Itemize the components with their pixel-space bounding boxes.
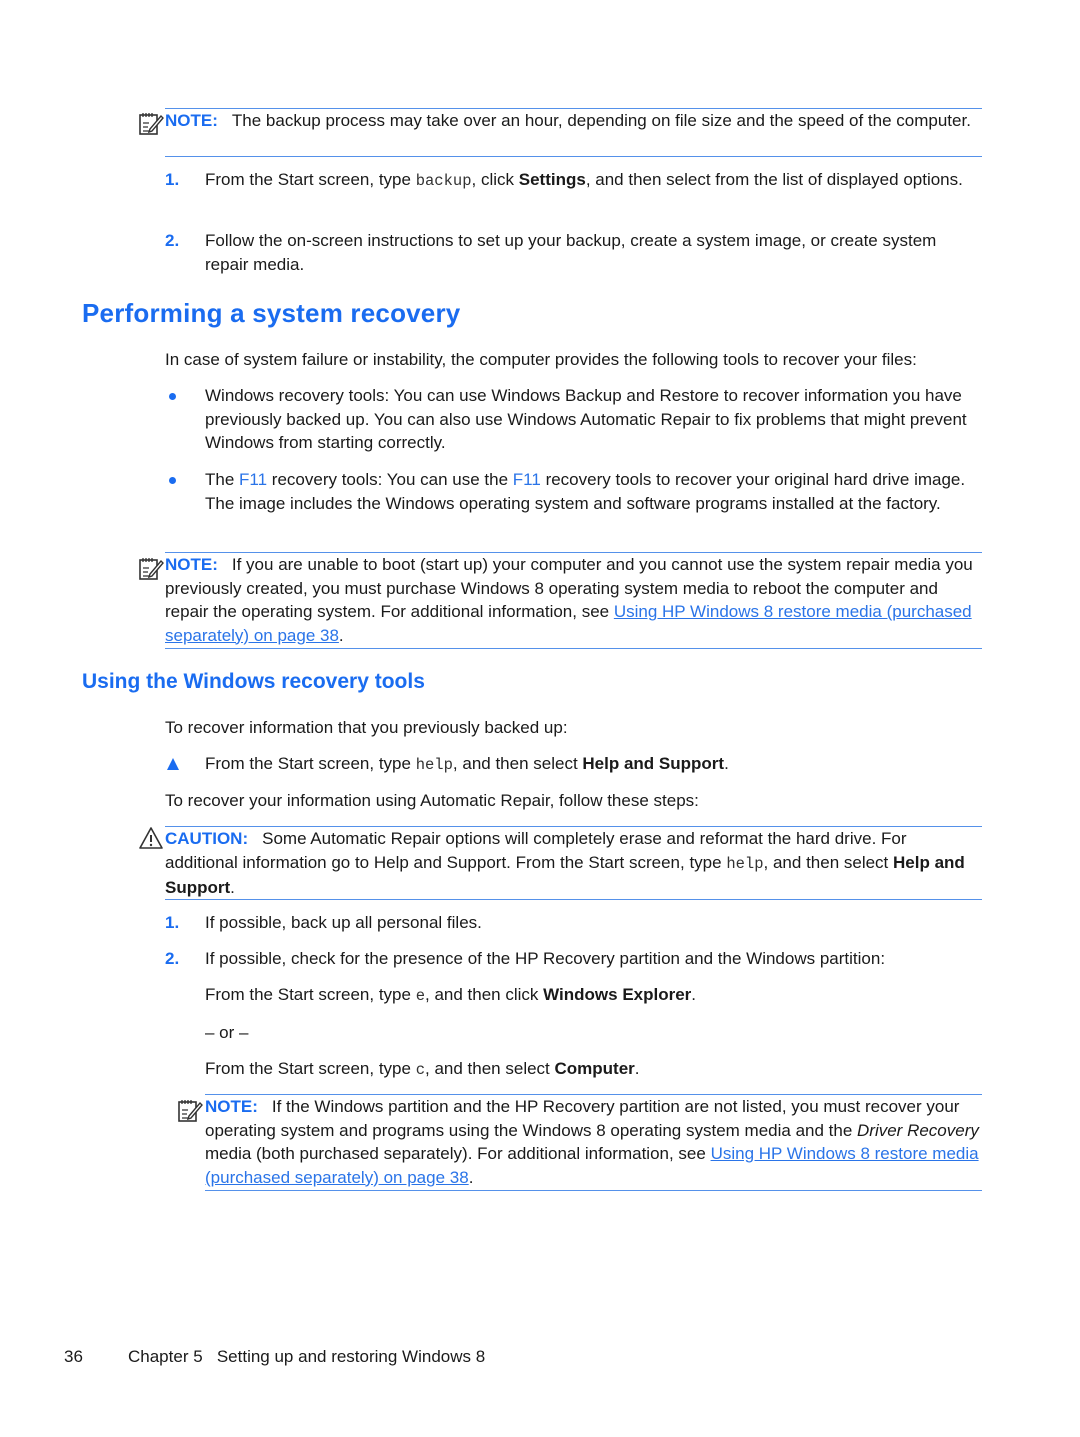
note-icon <box>178 1100 203 1122</box>
caution-icon <box>139 827 163 849</box>
computer-label: Computer <box>554 1059 635 1078</box>
note-boot-failure: NOTE: If you are unable to boot (start up… <box>165 552 982 649</box>
typed-command: help <box>726 854 764 873</box>
help-support-step: From the Start screen, type help, and th… <box>205 754 729 774</box>
note-text: The backup process may take over an hour… <box>231 111 971 130</box>
note-backup-time: NOTE: The backup process may take over an… <box>165 108 982 157</box>
bullet-icon <box>169 477 176 484</box>
f11-key: F11 <box>512 470 541 489</box>
typed-command: backup <box>415 172 472 190</box>
bullet-f11-recovery: The F11 recovery tools: You can use the … <box>205 470 966 513</box>
step-number: 1. <box>165 913 180 932</box>
note-label: NOTE: <box>165 111 218 130</box>
section-intro: In case of system failure or instability… <box>165 350 917 369</box>
triangle-bullet-icon <box>167 758 179 770</box>
typed-command: help <box>415 756 453 774</box>
step-number: 1. <box>165 170 180 189</box>
note-label: NOTE: <box>165 555 218 574</box>
help-support-label: Help and Support <box>582 754 725 773</box>
subsection-intro-2: To recover your information using Automa… <box>165 791 699 810</box>
bullet-icon <box>169 393 176 400</box>
caution-label: CAUTION: <box>165 829 249 848</box>
f11-key: F11 <box>239 470 268 489</box>
note-partition-missing: NOTE: If the Windows partition and the HP… <box>205 1094 982 1191</box>
note-icon <box>139 558 164 580</box>
windows-explorer-label: Windows Explorer <box>543 985 692 1004</box>
page-number: 36 <box>64 1347 83 1366</box>
chapter-title: Chapter 5 Setting up and restoring Windo… <box>128 1347 486 1366</box>
typed-command: e <box>415 987 426 1005</box>
subsection-intro: To recover information that you previous… <box>165 718 568 737</box>
subsection-title: Using the Windows recovery tools <box>82 670 425 693</box>
bullet-windows-recovery: Windows recovery tools: You can use Wind… <box>205 386 967 452</box>
note-icon <box>139 113 164 135</box>
settings-label: Settings <box>518 170 586 189</box>
sub-step-windows-explorer: From the Start screen, type e, and then … <box>205 985 697 1005</box>
typed-command: c <box>415 1061 426 1079</box>
sub-step-computer: From the Start screen, type c, and then … <box>205 1059 640 1079</box>
driver-recovery-label: Driver Recovery <box>857 1120 979 1140</box>
caution-automatic-repair: CAUTION: Some Automatic Repair options wi… <box>165 826 982 900</box>
note-label: NOTE: <box>205 1097 258 1116</box>
step-number: 2. <box>165 231 180 250</box>
step-number: 2. <box>165 949 180 968</box>
section-title: Performing a system recovery <box>82 298 461 328</box>
or-separator: – or – <box>205 1023 249 1042</box>
